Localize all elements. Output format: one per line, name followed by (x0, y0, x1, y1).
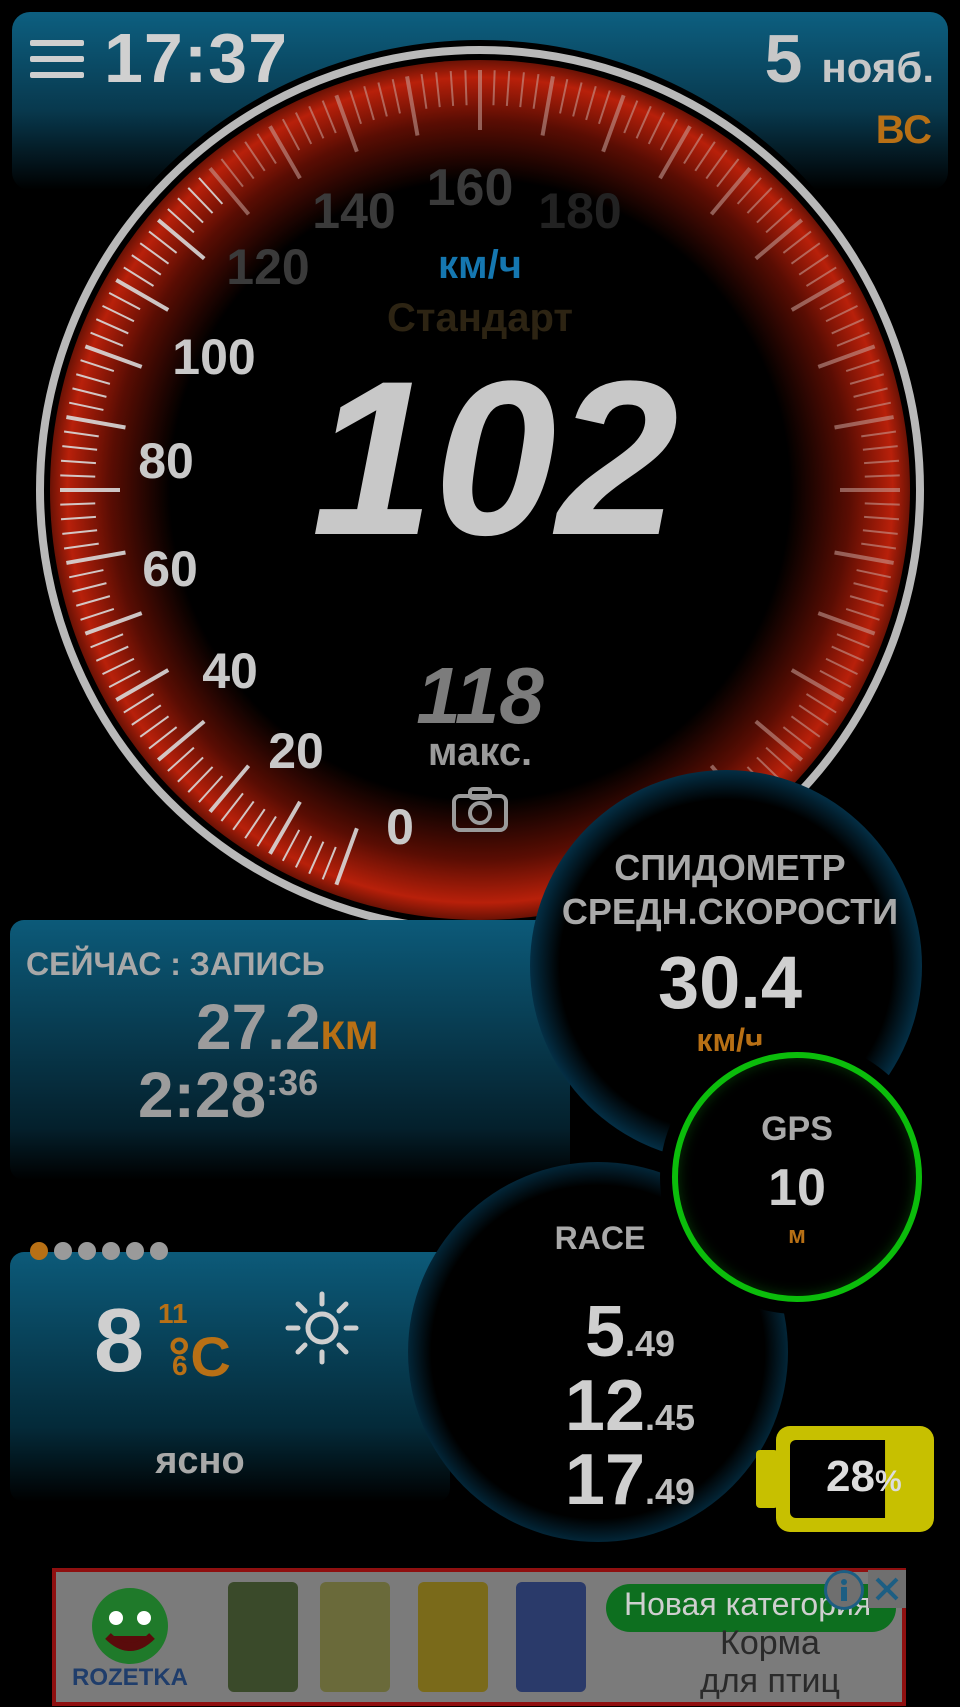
temp-min: 6 (172, 1350, 188, 1381)
ad-line1: Корма (720, 1624, 820, 1662)
product-image (228, 1582, 298, 1692)
gauge-tick (464, 70, 468, 106)
gauge-tick (864, 502, 900, 506)
distance-value: 27.2 (196, 991, 321, 1063)
time-main: 2:28 (138, 1059, 267, 1131)
record-distance: 27.2КМ (196, 990, 378, 1064)
scale-label: 160 (426, 159, 514, 217)
page-dot[interactable] (54, 1242, 72, 1260)
scale-label: 120 (226, 239, 310, 295)
scale-label: 40 (202, 643, 258, 699)
date-day: 5 (764, 21, 803, 97)
close-icon[interactable] (868, 1570, 906, 1608)
gauge-tick (492, 70, 496, 106)
scale-label: 140 (312, 183, 396, 239)
average-speed-value: 30.4 (657, 941, 803, 1024)
race-title: RACE (554, 1220, 646, 1256)
race-main: 17 (564, 1440, 646, 1520)
page-dot[interactable] (102, 1242, 120, 1260)
scale-label: 80 (138, 433, 194, 489)
scale-label: 100 (172, 329, 256, 385)
record-time: 2:28:36 (138, 1058, 318, 1132)
weekday: ВС (875, 108, 932, 152)
speed-unit: км/ч (438, 243, 522, 287)
battery-sign: % (874, 1465, 902, 1498)
weather-condition: ясно (155, 1440, 245, 1482)
page-dot[interactable] (30, 1242, 48, 1260)
avg-title-line2: СРЕДН.СКОРОСТИ (561, 891, 899, 932)
date: 5 нояб. (765, 20, 934, 98)
page-dot[interactable] (150, 1242, 168, 1260)
battery-percent: 28% (826, 1452, 902, 1502)
product-image (418, 1582, 488, 1692)
scale-label: 20 (268, 723, 324, 779)
ad-text: Корма для птиц (640, 1624, 900, 1700)
battery-value: 28 (826, 1452, 875, 1501)
scale-label: 180 (538, 183, 622, 239)
average-speed-unit: км/ч (696, 1022, 764, 1058)
scale-label: 60 (142, 541, 198, 597)
race-main: 5 (584, 1292, 625, 1372)
current-speed: 102 (311, 335, 679, 581)
page-indicator (30, 1242, 180, 1264)
page-dot[interactable] (126, 1242, 144, 1260)
gauge-tick (60, 502, 96, 506)
temperature: 8 (94, 1291, 145, 1391)
max-speed-value: 118 (416, 651, 544, 740)
gps-accuracy: 10 (768, 1159, 826, 1217)
gauge-tick (864, 474, 900, 478)
average-speed-title: СПИДОМЕТР СРЕДН.СКОРОСТИ (540, 846, 920, 934)
record-title: СЕЙЧАС : ЗАПИСЬ (26, 946, 325, 982)
avg-title-line1: СПИДОМЕТР (614, 847, 846, 888)
race-row: 5.49 (530, 1296, 730, 1368)
info-icon[interactable] (824, 1570, 864, 1610)
menu-icon[interactable] (30, 40, 84, 80)
camera-icon[interactable] (452, 786, 508, 832)
race-decimal: .49 (625, 1323, 676, 1364)
scale-label: 0 (386, 799, 414, 855)
ad-line2: для птиц (700, 1662, 840, 1700)
date-month: нояб. (821, 44, 934, 91)
product-image (516, 1582, 586, 1692)
race-row: 17.49 (530, 1444, 730, 1516)
clock: 17:37 (104, 19, 289, 97)
gps-unit: м (788, 1222, 806, 1249)
sun-icon (285, 1291, 359, 1365)
max-speed-label: макс. (427, 730, 533, 774)
race-decimal: .49 (645, 1471, 696, 1512)
distance-unit: КМ (320, 1014, 379, 1058)
gps-label: GPS (761, 1110, 833, 1148)
product-image (320, 1582, 390, 1692)
gauge-tick (60, 474, 96, 478)
race-row: 12.45 (530, 1370, 730, 1442)
time-seconds: :36 (266, 1062, 319, 1103)
race-main: 12 (564, 1366, 646, 1446)
race-decimal: .45 (645, 1397, 696, 1438)
ad-brand: ROZETKA (72, 1664, 188, 1691)
page-dot[interactable] (78, 1242, 96, 1260)
